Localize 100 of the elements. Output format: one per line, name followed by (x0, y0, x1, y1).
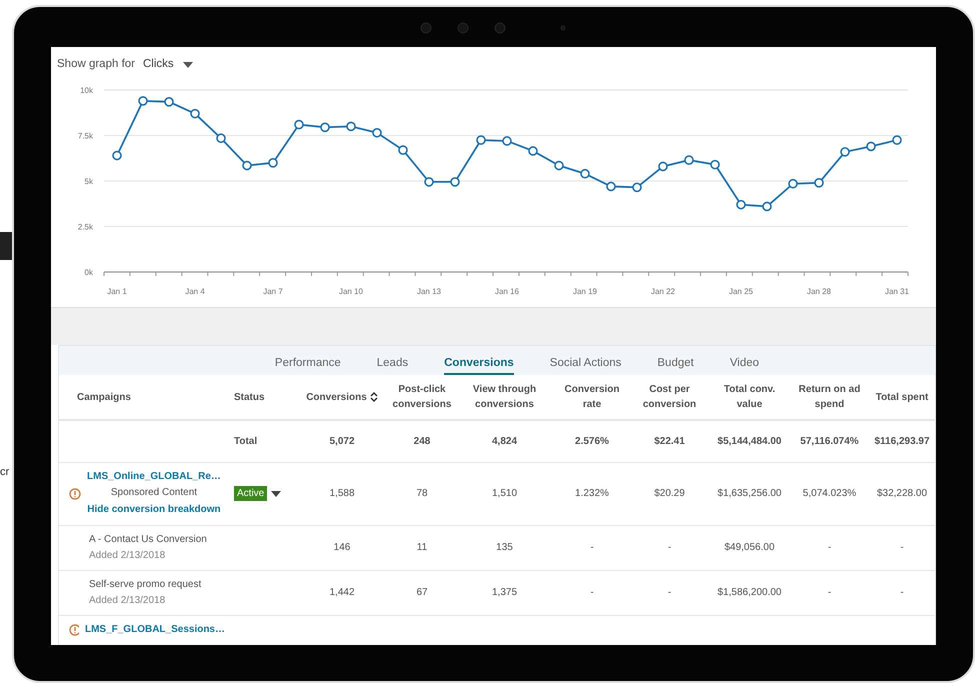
data-point (372, 128, 382, 138)
added-date: Added 2/13/2018 (89, 594, 166, 608)
table-cell: 5,074.023% (792, 462, 867, 525)
column-header: Post-click conversions (387, 375, 457, 420)
total-label: Total (227, 420, 297, 462)
graph-label: Show graph for (57, 57, 135, 72)
table-cell: - (867, 570, 936, 615)
column-header: Total spent (867, 375, 936, 420)
column-header: Return on ad spend (792, 375, 867, 420)
tab[interactable]: Conversions (444, 346, 514, 375)
column-header: Total conv. value (707, 375, 792, 420)
data-point (632, 182, 642, 192)
campaign-type: Sponsored Content (110, 486, 198, 500)
tab[interactable]: Budget (639, 346, 712, 375)
x-axis-label: Jan 28 (806, 287, 832, 296)
data-point (528, 146, 538, 156)
data-point (242, 160, 252, 170)
data-point (216, 133, 226, 144)
conversion-name: Self-serve promo request (89, 578, 202, 592)
table-cell: $20.29 (632, 462, 707, 525)
x-axis-label: Jan 7 (263, 287, 283, 296)
hide-breakdown-link[interactable]: Hide conversion breakdown (87, 502, 221, 518)
table-cell: $116,293.97 (867, 420, 936, 462)
table-cell: 1.232% (552, 462, 632, 525)
data-point (580, 168, 590, 179)
added-date: Added 2/13/2018 (89, 548, 166, 562)
data-point (840, 147, 850, 157)
tab[interactable]: Performance (256, 346, 359, 375)
column-header: Campaigns (59, 375, 227, 420)
caret-icon[interactable] (271, 490, 282, 496)
data-point (788, 178, 798, 189)
data-point (164, 97, 174, 107)
data-point (684, 155, 694, 165)
table-cell: 1,510 (457, 462, 552, 525)
table-cell: $5,144,484.00 (707, 420, 792, 462)
data-point (502, 136, 512, 146)
x-axis-label: Jan 25 (728, 287, 754, 296)
y-axis-label: 5k (84, 177, 93, 186)
data-point (554, 160, 564, 170)
table-cell: - (792, 570, 867, 615)
table-cell: $1,586,200.00 (707, 570, 792, 615)
column-header: View through conversions (457, 375, 552, 420)
y-axis-label: 10k (80, 86, 93, 95)
table-cell: 78 (387, 462, 457, 525)
data-point (736, 200, 746, 210)
table-cell: - (552, 525, 632, 570)
table-cell: - (632, 525, 707, 570)
table-cell: $32,228.00 (867, 462, 936, 525)
x-axis-label: Jan 4 (185, 287, 205, 296)
column-header: Conversion rate (552, 375, 632, 420)
metric-dropdown[interactable]: Clicks (143, 56, 193, 74)
table-cell: 5,072 (297, 420, 387, 462)
x-axis-label: Jan 13 (416, 287, 442, 296)
table-cell: $1,635,256.00 (707, 462, 792, 525)
table-cell: 67 (387, 570, 457, 615)
conversion-name: A - Contact Us Conversion (89, 532, 208, 546)
x-axis-label: Jan 19 (572, 287, 598, 296)
data-point (190, 108, 200, 118)
data-point (814, 178, 824, 188)
table-cell: - (792, 525, 867, 570)
x-axis-label: Jan 1 (107, 287, 127, 296)
table-cell: - (552, 570, 632, 615)
tab[interactable]: Leads (358, 346, 426, 375)
table-cell: $49,056.00 (707, 525, 792, 570)
background-text: cr (0, 465, 10, 480)
data-point (424, 177, 434, 187)
data-point (346, 122, 356, 132)
data-point (762, 202, 772, 212)
data-point (450, 177, 460, 187)
x-axis-label: Jan 31 (884, 287, 910, 296)
table-cell: 248 (387, 420, 457, 462)
data-point (606, 182, 616, 192)
data-point (320, 122, 330, 132)
column-header[interactable]: Conversions (297, 375, 387, 420)
data-point (658, 162, 668, 172)
table-cell: 1,375 (457, 570, 552, 615)
data-point (892, 135, 902, 145)
data-point (268, 158, 278, 168)
caret-icon (182, 62, 193, 68)
campaign-link[interactable]: LMS_Online_GLOBAL_Re… (87, 468, 221, 486)
tab[interactable]: Video (712, 346, 778, 375)
table-cell: - (867, 525, 936, 570)
table-cell: - (632, 570, 707, 615)
table-cell: 57,116.074% (792, 420, 867, 462)
data-point (866, 142, 876, 152)
x-axis-label: Jan 22 (650, 287, 676, 296)
y-axis-label: 0k (84, 268, 93, 277)
data-point (398, 145, 408, 155)
x-axis-label: Jan 16 (494, 287, 520, 296)
data-point (294, 120, 304, 130)
table-cell: $22.41 (632, 420, 707, 462)
y-axis-label: 2.5k (78, 222, 93, 232)
data-point (138, 96, 148, 106)
campaign-link[interactable]: LMS_F_GLOBAL_Sessions… (84, 622, 225, 638)
table-cell: 11 (387, 525, 457, 570)
table-cell: 135 (457, 525, 552, 570)
data-point (476, 135, 486, 145)
status-badge: Active (234, 486, 268, 501)
table-cell: 146 (297, 525, 387, 570)
tab[interactable]: Social Actions (532, 346, 640, 375)
